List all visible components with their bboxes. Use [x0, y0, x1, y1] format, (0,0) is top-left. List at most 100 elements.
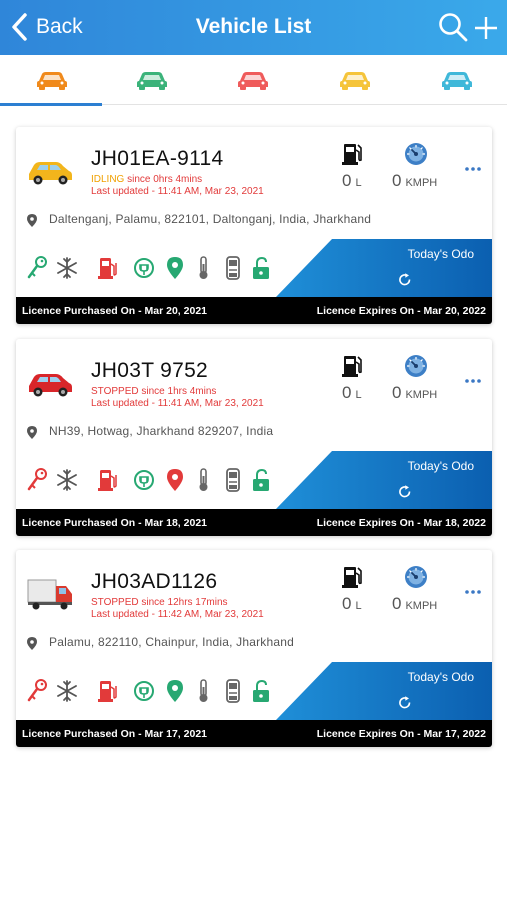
car-icon [137, 72, 167, 90]
licence-expires: Licence Expires On - Mar 17, 2022 [316, 728, 486, 740]
key-icon [26, 255, 48, 281]
vehicle-address: Palamu, 822110, Chainpur, India, Jharkha… [49, 635, 295, 649]
speed-value: 0 [392, 171, 402, 190]
fuel-unit: L [355, 389, 362, 401]
vehicle-status: IDLING since 0hrs 4mins [91, 174, 202, 185]
key-icon [26, 678, 48, 704]
fuel-reading: 0L [342, 383, 362, 403]
temperature-icon [192, 255, 214, 281]
car-icon [340, 72, 370, 90]
tab-running[interactable] [135, 67, 169, 91]
location-pin-icon [164, 255, 186, 281]
add-icon[interactable] [474, 13, 498, 41]
speed-unit: KMPH [405, 600, 438, 612]
tab-idle[interactable] [338, 67, 372, 91]
speed-unit: KMPH [405, 177, 438, 189]
speed-value: 0 [392, 594, 402, 613]
last-updated: Last updated - 11:41 AM, Mar 23, 2021 [91, 398, 264, 409]
speed-value: 0 [392, 383, 402, 402]
address-pin-icon [27, 637, 37, 650]
tab-inactive[interactable] [440, 67, 474, 91]
vehicle-plate: JH03AD1126 [91, 570, 218, 593]
location-pin-icon [164, 678, 186, 704]
more-options-icon[interactable] [464, 372, 482, 383]
speedometer-icon [402, 564, 430, 588]
key-icon [26, 467, 48, 493]
licence-bar: Licence Purchased On - Mar 18, 2021 Lice… [16, 509, 492, 536]
vehicle-card[interactable]: JH01EA-9114 IDLING since 0hrs 4mins Last… [16, 127, 492, 324]
vehicle-card[interactable]: JH03AD1126 STOPPED since 12hrs 17mins La… [16, 550, 492, 747]
ac-icon [56, 678, 78, 704]
status-duration: since 0hrs 4mins [124, 174, 203, 185]
fuel-icon [342, 565, 364, 589]
odo-label: Today's Odo [407, 459, 474, 473]
car-icon [442, 72, 472, 90]
refresh-icon[interactable] [398, 273, 412, 287]
vehicle-plate: JH01EA-9114 [91, 147, 224, 170]
temperature-icon [192, 467, 214, 493]
tab-all[interactable] [35, 67, 69, 91]
power-icon [133, 467, 155, 493]
vehicle-card[interactable]: JH03T 9752 STOPPED since 1hrs 4mins Last… [16, 339, 492, 536]
more-options-icon[interactable] [464, 583, 482, 594]
tab-stopped[interactable] [236, 67, 270, 91]
power-icon [133, 678, 155, 704]
speed-reading: 0 KMPH [392, 383, 437, 403]
more-options-icon[interactable] [464, 160, 482, 171]
licence-bar: Licence Purchased On - Mar 20, 2021 Lice… [16, 297, 492, 324]
selected-tab-indicator [0, 103, 102, 106]
lock-icon [250, 678, 272, 704]
search-icon[interactable] [438, 12, 468, 42]
lock-icon [250, 467, 272, 493]
ac-icon [56, 255, 78, 281]
temperature-icon [192, 678, 214, 704]
fuel-unit: L [355, 177, 362, 189]
tabs-divider [102, 104, 507, 105]
fuel-unit: L [355, 600, 362, 612]
speed-reading: 0 KMPH [392, 594, 437, 614]
red-car-icon [26, 365, 74, 399]
location-pin-icon [164, 467, 186, 493]
fuel-value: 0 [342, 383, 352, 402]
speedometer-icon [402, 141, 430, 165]
licence-bar: Licence Purchased On - Mar 17, 2021 Lice… [16, 720, 492, 747]
fuel-reading: 0L [342, 594, 362, 614]
app-header: Back Vehicle List [0, 0, 507, 55]
vehicle-address: Daltenganj, Palamu, 822101, Daltonganj, … [49, 212, 372, 226]
status-state: STOPPED [91, 597, 139, 608]
vehicle-plate: JH03T 9752 [91, 359, 209, 382]
vehicle-status: STOPPED since 12hrs 17mins [91, 597, 228, 608]
status-duration: since 1hrs 4mins [138, 386, 217, 397]
licence-purchased: Licence Purchased On - Mar 17, 2021 [22, 728, 208, 740]
licence-purchased: Licence Purchased On - Mar 18, 2021 [22, 517, 208, 529]
last-updated: Last updated - 11:42 AM, Mar 23, 2021 [91, 609, 264, 620]
fuel-pump-icon [96, 467, 118, 493]
car-icon [37, 72, 67, 90]
fuel-value: 0 [342, 171, 352, 190]
speedometer-icon [402, 353, 430, 377]
status-state: STOPPED [91, 386, 139, 397]
yellow-car-icon [26, 153, 74, 187]
refresh-icon[interactable] [398, 696, 412, 710]
lock-icon [250, 255, 272, 281]
address-pin-icon [27, 426, 37, 439]
licence-purchased: Licence Purchased On - Mar 20, 2021 [22, 305, 208, 317]
licence-expires: Licence Expires On - Mar 18, 2022 [316, 517, 486, 529]
power-icon [133, 255, 155, 281]
status-state: IDLING [91, 174, 125, 185]
status-duration: since 12hrs 17mins [138, 597, 228, 608]
vehicle-status: STOPPED since 1hrs 4mins [91, 386, 216, 397]
fuel-pump-icon [96, 678, 118, 704]
licence-expires: Licence Expires On - Mar 20, 2022 [316, 305, 486, 317]
vehicle-address: NH39, Hotwag, Jharkhand 829207, India [49, 424, 274, 438]
odo-label: Today's Odo [407, 670, 474, 684]
last-updated: Last updated - 11:41 AM, Mar 23, 2021 [91, 186, 264, 197]
address-pin-icon [27, 214, 37, 227]
speed-unit: KMPH [405, 389, 438, 401]
fuel-value: 0 [342, 594, 352, 613]
truck-icon [26, 576, 74, 610]
refresh-icon[interactable] [398, 485, 412, 499]
door-icon [222, 678, 244, 704]
door-icon [222, 467, 244, 493]
ac-icon [56, 467, 78, 493]
